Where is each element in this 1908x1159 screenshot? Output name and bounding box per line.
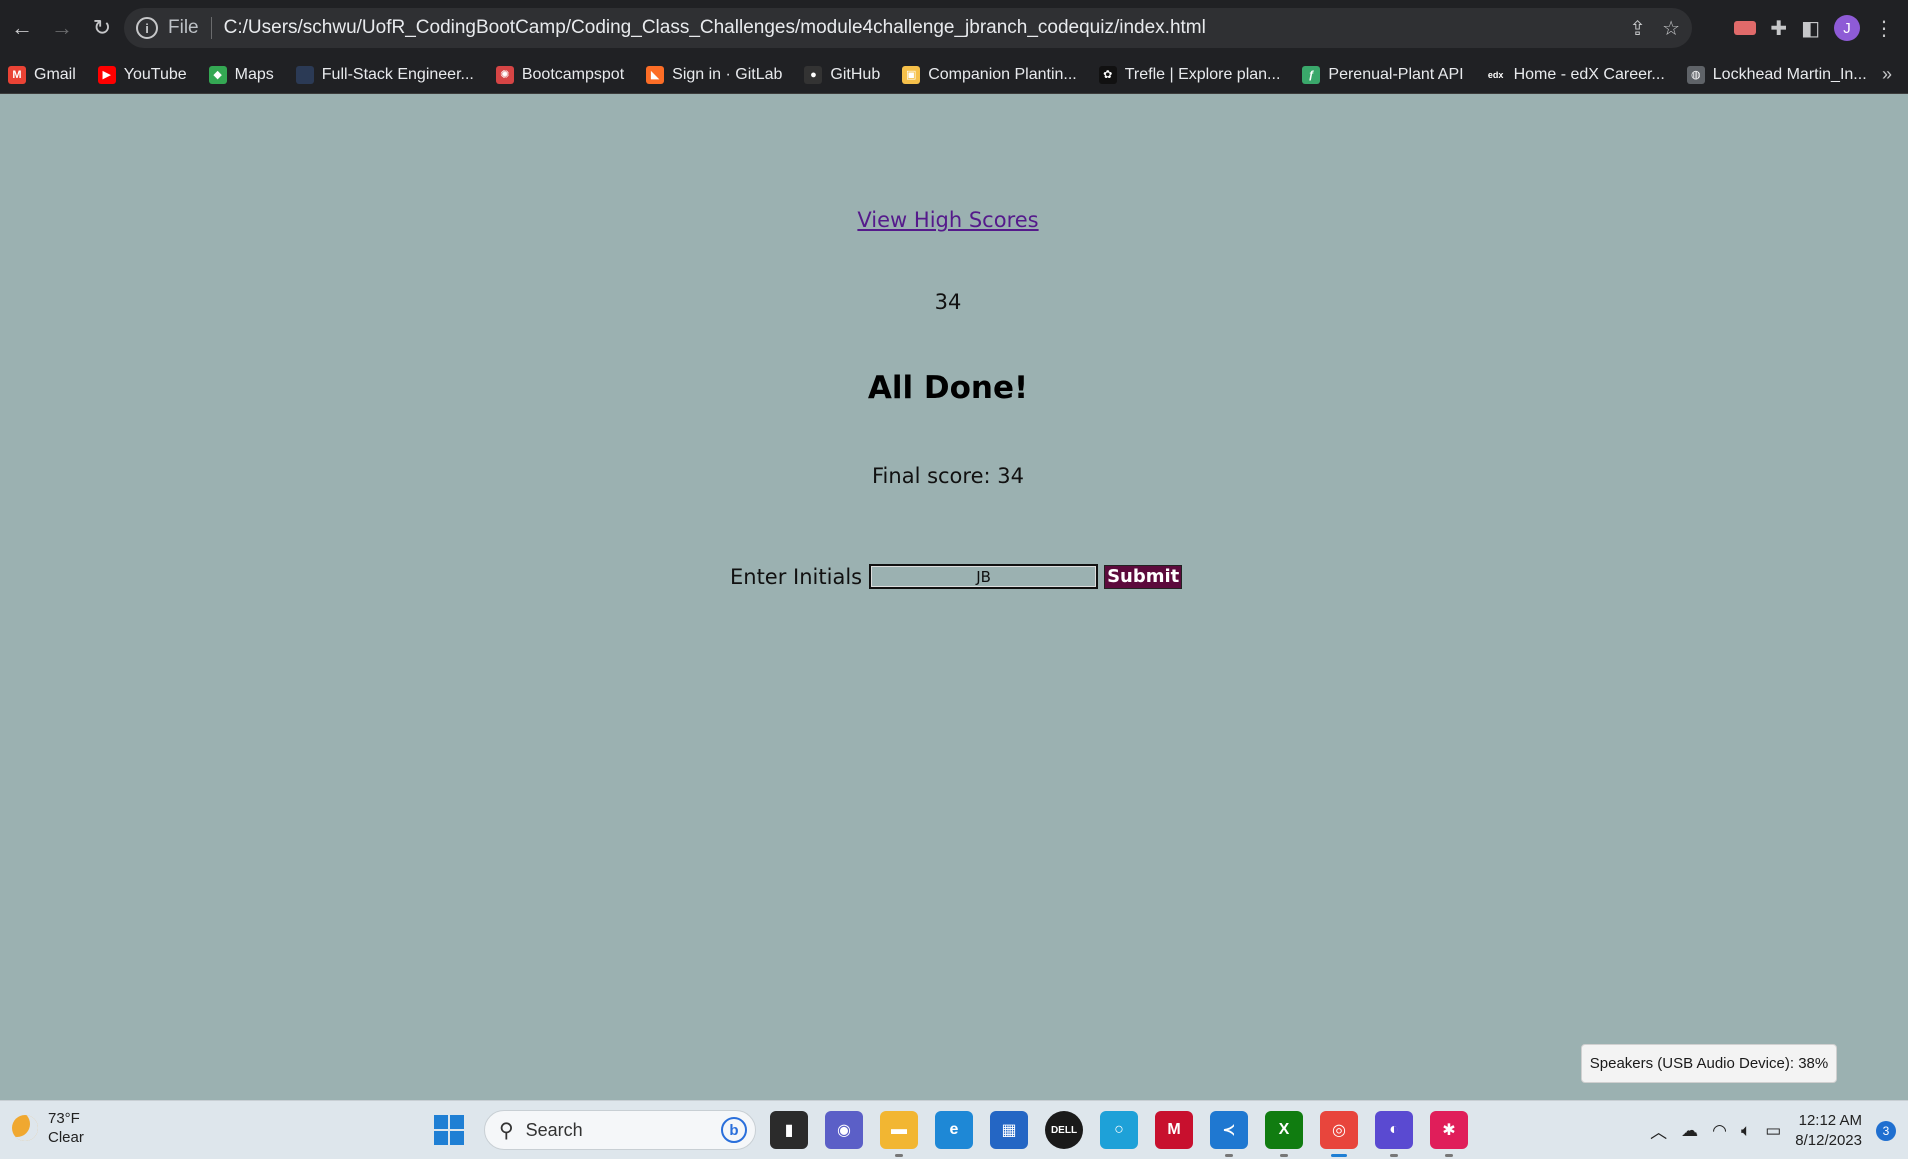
omnibox-divider xyxy=(210,17,212,39)
companion-planting-icon: ▣ xyxy=(902,65,921,84)
microsoft-store-icon[interactable]: ▦ xyxy=(990,1111,1028,1149)
bookmark-item[interactable]: ✺ Bootcampspot xyxy=(495,65,625,84)
page-title: All Done! xyxy=(867,370,1029,406)
submit-button[interactable]: Submit xyxy=(1104,564,1183,589)
initials-label: Enter Initials xyxy=(730,564,863,589)
moon-weather-icon xyxy=(12,1115,38,1141)
gmail-icon: M xyxy=(8,65,26,84)
initials-input[interactable] xyxy=(869,564,1099,589)
temperature-text: 73°F xyxy=(48,1110,80,1127)
file-explorer-icon[interactable]: ▬ xyxy=(880,1111,918,1157)
teams-chat-icon[interactable]: ◉ xyxy=(825,1111,863,1149)
bookmark-label: YouTube xyxy=(123,65,187,83)
battery-icon[interactable]: ▭ xyxy=(1765,1121,1781,1141)
bookmark-star-icon[interactable]: ☆ xyxy=(1662,16,1680,41)
volume-toast: Speakers (USB Audio Device): 38% xyxy=(1581,1044,1837,1083)
bookmark-item[interactable]: ◍ Lockhead Martin_In... xyxy=(1686,65,1867,84)
bookmark-item[interactable]: edx Home - edX Career... xyxy=(1485,65,1665,84)
search-placeholder: Search xyxy=(525,1119,583,1140)
browser-toolbar: ← → ↻ i File C:/Users/schwu/UofR_CodingB… xyxy=(0,0,1908,56)
back-icon[interactable]: ← xyxy=(2,8,42,48)
mcafee-icon[interactable]: M xyxy=(1155,1111,1193,1149)
bookmark-item[interactable]: M Gmail xyxy=(8,65,76,84)
bookmark-item[interactable]: ◣ Sign in · GitLab xyxy=(646,65,783,84)
chrome-icon[interactable]: ◎ xyxy=(1320,1111,1358,1157)
bookmark-label: Full-Stack Engineer... xyxy=(321,65,474,83)
taskbar-search[interactable]: ⚲ Search b xyxy=(484,1110,756,1150)
bookmark-label: GitHub xyxy=(830,65,881,83)
bookmark-item[interactable]: ƒ Perenual-Plant API xyxy=(1302,65,1464,84)
bookmark-label: Companion Plantin... xyxy=(928,65,1077,83)
moon-app-icon[interactable]: ◐ xyxy=(1375,1111,1413,1157)
weather-widget[interactable]: 73°F Clear xyxy=(12,1109,84,1147)
windows-taskbar: 73°F Clear ⚲ Search b ▮ ◉ ▬ e ▦ DELL ○ M ≺ X ◎ ◐ ✱ ︿… xyxy=(0,1100,1908,1159)
bookmark-label: Maps xyxy=(234,65,274,83)
notification-badge[interactable]: 3 xyxy=(1876,1120,1896,1141)
bookmark-label: Home - edX Career... xyxy=(1513,65,1665,83)
alexa-icon[interactable]: ○ xyxy=(1100,1111,1138,1149)
youtube-icon: ▶ xyxy=(97,65,116,84)
clock[interactable]: 12:12 AM 8/12/2023 xyxy=(1795,1111,1862,1151)
address-bar[interactable]: i File C:/Users/schwu/UofR_CodingBootCam… xyxy=(124,8,1692,48)
bookmark-label: Trefle | Explore plan... xyxy=(1124,65,1281,83)
gitlab-icon: ◣ xyxy=(646,65,665,84)
onedrive-icon[interactable]: ☁ xyxy=(1681,1121,1698,1141)
bing-icon[interactable]: b xyxy=(721,1117,747,1143)
chevron-up-icon[interactable]: ︿ xyxy=(1650,1118,1667,1143)
site-info-icon[interactable]: i xyxy=(136,17,158,39)
maps-icon: ◆ xyxy=(208,65,227,84)
timer-display: 34 xyxy=(934,290,962,314)
menu-kebab-icon[interactable]: ⋮ xyxy=(1874,16,1894,41)
task-view-icon[interactable]: ▮ xyxy=(770,1111,808,1149)
bookmark-item[interactable]: Full-Stack Engineer... xyxy=(295,65,474,84)
weather-condition-text: Clear xyxy=(48,1129,84,1146)
search-icon: ⚲ xyxy=(499,1119,514,1142)
bookmarks-bar: M Gmail ▶ YouTube ◆ Maps Full-Stack Engineer..… xyxy=(0,56,1908,94)
bookmarks-overflow-icon[interactable]: » xyxy=(1882,64,1892,85)
initials-form: Enter Initials Submit xyxy=(730,564,1183,589)
reload-icon[interactable]: ↻ xyxy=(82,8,122,48)
edge-icon[interactable]: e xyxy=(935,1111,973,1149)
start-windows-icon[interactable] xyxy=(434,1115,464,1145)
dell-icon[interactable]: DELL xyxy=(1045,1111,1083,1149)
time-text: 12:12 AM xyxy=(1798,1111,1862,1129)
url-text[interactable]: C:/Users/schwu/UofR_CodingBootCamp/Codin… xyxy=(224,17,1206,39)
vscode-icon[interactable]: ≺ xyxy=(1210,1111,1248,1157)
date-text: 8/12/2023 xyxy=(1795,1131,1862,1149)
bookmark-item[interactable]: ◆ Maps xyxy=(208,65,274,84)
page-icon xyxy=(295,65,314,84)
github-icon: ● xyxy=(804,65,823,84)
side-panel-icon[interactable]: ◧ xyxy=(1801,16,1820,41)
trefle-icon: ✿ xyxy=(1098,65,1117,84)
bookmark-item[interactable]: ▶ YouTube xyxy=(97,65,187,84)
share-icon[interactable]: ⇪ xyxy=(1629,16,1646,41)
volume-icon[interactable]: 🔈︎ xyxy=(1741,1121,1751,1141)
forward-icon[interactable]: → xyxy=(42,8,82,48)
bookmark-item[interactable]: ▣ Companion Plantin... xyxy=(902,65,1077,84)
view-high-scores-link[interactable]: View High Scores xyxy=(0,208,1896,232)
bookmark-label: Perenual-Plant API xyxy=(1328,65,1464,83)
url-scheme-label: File xyxy=(168,17,199,38)
wifi-icon[interactable]: ◠ xyxy=(1712,1121,1727,1141)
bookmark-label: Sign in · GitLab xyxy=(672,65,783,83)
system-tray: ︿ ☁ ◠ 🔈︎ ▭ 12:12 AM 8/12/2023 3 xyxy=(1650,1101,1896,1159)
perenual-icon: ƒ xyxy=(1302,65,1321,84)
bookmark-label: Bootcampspot xyxy=(521,65,625,83)
profile-avatar[interactable]: J xyxy=(1834,15,1860,41)
globe-icon: ◍ xyxy=(1686,65,1705,84)
bookmark-label: Gmail xyxy=(34,65,76,83)
edx-icon: edx xyxy=(1485,65,1506,84)
extensions-icon[interactable]: ✚ xyxy=(1770,16,1787,41)
bookmark-item[interactable]: ✿ Trefle | Explore plan... xyxy=(1098,65,1281,84)
screen-recorder-icon[interactable] xyxy=(1734,21,1757,35)
final-score-text: Final score: 34 xyxy=(872,464,1024,488)
bookmark-label: Lockhead Martin_In... xyxy=(1712,65,1867,83)
pinned-apps: ▮ ◉ ▬ e ▦ DELL ○ M ≺ X ◎ ◐ ✱ xyxy=(770,1111,1468,1157)
xbox-icon[interactable]: X xyxy=(1265,1111,1303,1157)
bootcampspot-icon: ✺ xyxy=(495,65,514,84)
bookmark-item[interactable]: ● GitHub xyxy=(804,65,881,84)
slack-icon[interactable]: ✱ xyxy=(1430,1111,1468,1157)
page-content: View High Scores 34 All Done! Final scor… xyxy=(0,94,1908,1100)
